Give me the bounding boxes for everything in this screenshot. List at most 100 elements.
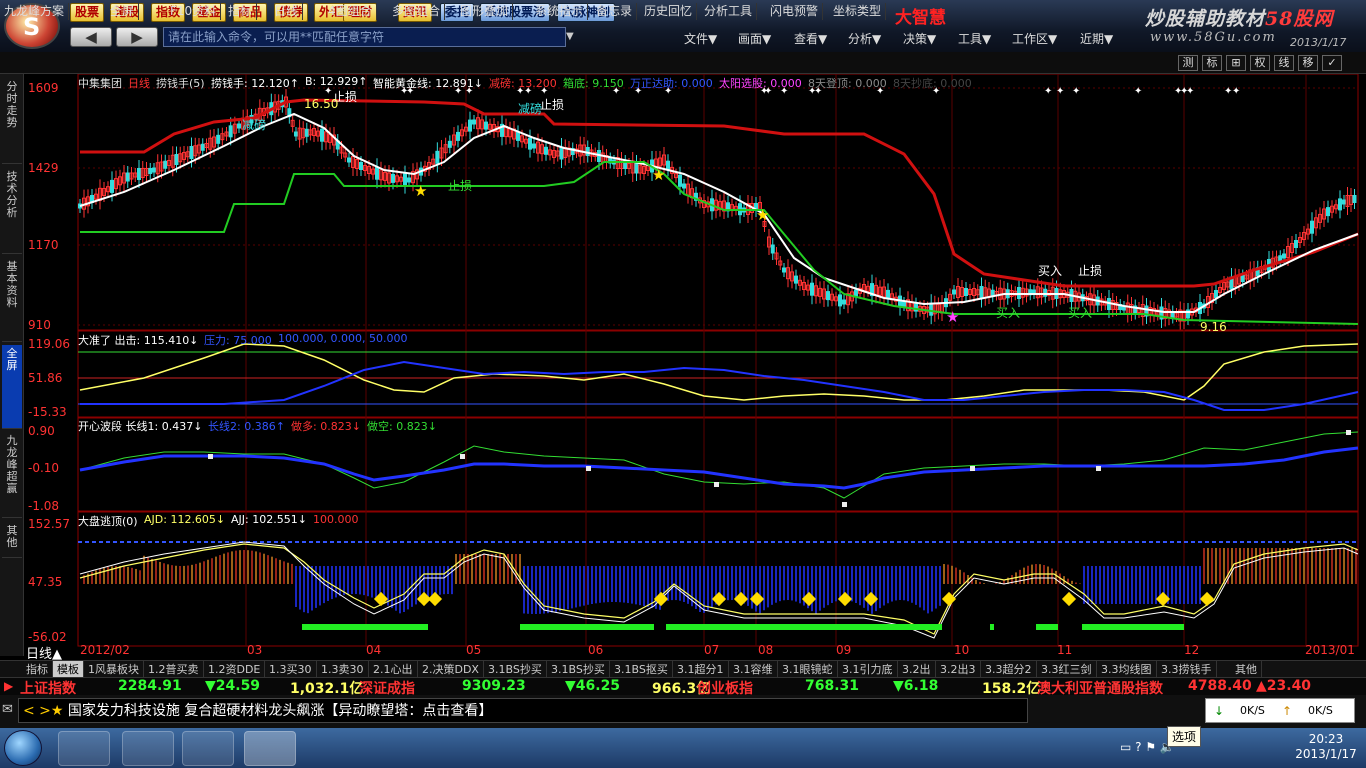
formula-tab-21[interactable]: 3.3捞钱手: [1157, 661, 1217, 677]
ticker-item-14[interactable]: ▲23.40: [1256, 678, 1311, 694]
ticker-item-11[interactable]: 158.2亿: [982, 678, 1040, 698]
main-header-9: 太阳选股: 0.000: [719, 77, 802, 90]
ticker-item-4[interactable]: 深证成指: [359, 678, 415, 698]
forward-button[interactable]: ▶: [116, 27, 158, 47]
system-clock[interactable]: 20:23 2013/1/17: [1290, 732, 1362, 762]
left-tab-5[interactable]: 其他: [2, 522, 22, 558]
main-menu-2[interactable]: 查看▼: [794, 30, 827, 47]
formula-tab-14[interactable]: 3.1眼镜蛇: [778, 661, 838, 677]
news-text[interactable]: 国家发力科技设施 复合超硬材料龙头飙涨【异动瞭望塔：点击查看】: [68, 703, 492, 719]
back-button[interactable]: ◀: [70, 27, 112, 47]
right-tool-3[interactable]: 权: [1250, 55, 1270, 71]
formula-tab-9[interactable]: 3.1BS抄买: [484, 661, 547, 677]
taskbar-ie-icon[interactable]: [182, 731, 234, 766]
toolbar-item-6[interactable]: 多图组合: [392, 3, 446, 20]
right-tool-6[interactable]: ✓: [1322, 55, 1342, 71]
right-tool-2[interactable]: ⊞: [1226, 55, 1246, 71]
mail-icon[interactable]: ✉: [2, 702, 13, 717]
formula-tab-13[interactable]: 3.1容维: [729, 661, 778, 677]
taskbar-media-icon[interactable]: [58, 731, 110, 766]
formula-tab-17[interactable]: 3.2出3: [936, 661, 981, 677]
left-tab-3[interactable]: 全屏: [2, 345, 22, 429]
period-label[interactable]: 日线▲: [26, 643, 62, 662]
main-menu-7[interactable]: 近期▼: [1080, 30, 1113, 47]
formula-tab-22[interactable]: 其他: [1231, 661, 1262, 677]
formula-tab-19[interactable]: 3.3红三剑: [1037, 661, 1097, 677]
ticker-item-3[interactable]: 1,032.1亿: [290, 678, 363, 698]
toolbar-item-0[interactable]: 九龙峰方案: [4, 3, 70, 20]
toolbar-item-11[interactable]: 分析工具: [704, 3, 758, 20]
formula-tab-7[interactable]: 2.1心出: [369, 661, 418, 677]
left-tab-2[interactable]: 基本资料: [2, 258, 22, 342]
taskbar-dzh-app-icon[interactable]: [244, 731, 296, 766]
kline-chart-area[interactable]: ★ ★ ★ ★ ✦ ✦ ✦ ✦ ✦ ✦ ✦ ✦ ✦ ✦ ✦ ✦ ✦ ✦ ✦ ✦ ✦ ✦ ✦ ✦ ✦ ✦ ✦ ✦ ✦ ✦ ✦: [24, 73, 1366, 660]
ticker-item-9[interactable]: 768.31: [805, 678, 859, 694]
main-menu-1[interactable]: 画面▼: [738, 30, 771, 47]
candle-body: [634, 162, 639, 174]
right-tool-4[interactable]: 线: [1274, 55, 1294, 71]
formula-tab-18[interactable]: 3.3超分2: [981, 661, 1037, 677]
formula-tab-12[interactable]: 3.1超分1: [673, 661, 729, 677]
ticker-item-12[interactable]: 澳大利亚普通股指数: [1037, 678, 1163, 698]
toolbar-item-3[interactable]: 指标: [228, 3, 258, 20]
main-menu-4[interactable]: 决策▼: [903, 30, 936, 47]
left-tab-1[interactable]: 技术分析: [2, 168, 22, 254]
toolbar-item-10[interactable]: 历史回忆: [644, 3, 698, 20]
formula-tab-20[interactable]: 3.3均线图: [1097, 661, 1157, 677]
formula-tab-1[interactable]: 模板: [53, 661, 84, 677]
right-tool-1[interactable]: 标: [1202, 55, 1222, 71]
watermark-title: 炒股辅助教材58股网: [1145, 8, 1334, 30]
start-button[interactable]: [4, 730, 42, 766]
ticker-item-13[interactable]: 4788.40: [1188, 678, 1252, 694]
toolbar-item-13[interactable]: 坐标类型: [833, 3, 887, 20]
toolbar-item-12[interactable]: 闪电预警: [770, 3, 824, 20]
formula-tab-16[interactable]: 3.2出: [898, 661, 936, 677]
news-ticker[interactable]: < >★ 国家发力科技设施 复合超硬材料龙头飙涨【异动瞭望塔：点击查看】: [18, 698, 1028, 723]
news-arrows-icon[interactable]: < >★: [23, 703, 68, 719]
right-tool-5[interactable]: 移: [1298, 55, 1318, 71]
formula-tab-10[interactable]: 3.1BS抄买: [547, 661, 610, 677]
ticker-item-5[interactable]: 9309.23: [462, 678, 526, 694]
toolbar-item-4[interactable]: 日线: [274, 3, 304, 20]
main-menu-0[interactable]: 文件▼: [684, 30, 717, 47]
toolbar-item-9[interactable]: 备忘录: [596, 3, 638, 20]
command-input[interactable]: 请在此输入命令，可以用**匹配任意字符: [163, 27, 566, 47]
left-tab-4[interactable]: 九龙峰超赢: [2, 432, 22, 518]
formula-tab-6[interactable]: 1.3卖30: [317, 661, 369, 677]
toolbar-item-2[interactable]: F10资料: [170, 3, 222, 20]
command-dropdown-icon[interactable]: ▼: [566, 27, 580, 47]
formula-tab-2[interactable]: 1风暴板块: [84, 661, 144, 677]
toolbar-item-1[interactable]: 全屏: [110, 3, 140, 20]
right-tool-0[interactable]: 测: [1178, 55, 1198, 71]
formula-tab-11[interactable]: 3.1BS抠买: [610, 661, 673, 677]
chart-svg[interactable]: ★★★★✦ ✦✦ ✦ ✦ ✦ ✦ ✦ ✦ ✦ ✦ ✦✦ ✦ ✦✦ ✦ ✦ ✦ ✦ ✦ ✦ ✦✦✦ ✦ ✦: [24, 73, 1366, 660]
tray-icons[interactable]: ▭ ? ⚑ 🔈: [1120, 740, 1175, 754]
p4-white-line: [79, 541, 1359, 639]
ticker-item-8[interactable]: 创业板指: [697, 678, 753, 698]
ticker-item-2[interactable]: ▼24.59: [205, 678, 260, 694]
candle-body: [585, 147, 590, 156]
toolbar-item-7[interactable]: 图形叠加: [460, 3, 514, 20]
left-tab-0[interactable]: 分时走势: [2, 78, 22, 164]
candle-body: [163, 160, 168, 169]
formula-tab-8[interactable]: 2.决策DDX: [418, 661, 484, 677]
ticker-item-10[interactable]: ▼6.18: [893, 678, 938, 694]
formula-tab-15[interactable]: 3.1引力底: [838, 661, 898, 677]
ticker-item-1[interactable]: 2284.91: [118, 678, 182, 694]
main-menu-6[interactable]: 工作区▼: [1012, 30, 1057, 47]
ticker-item-0[interactable]: 上证指数: [20, 678, 76, 698]
toolbar-item-5[interactable]: 4图组合: [328, 3, 377, 20]
formula-tab-3[interactable]: 1.2普买卖: [144, 661, 204, 677]
top-menu-0[interactable]: 股票: [70, 3, 105, 22]
toolbar-item-8[interactable]: 系统指示: [535, 3, 589, 20]
chart-annotation-6: 止损: [1078, 264, 1103, 278]
formula-tab-4[interactable]: 1.2资DDE: [204, 661, 266, 677]
formula-tab-5[interactable]: 1.3买30: [265, 661, 317, 677]
taskbar-explorer-icon[interactable]: [122, 731, 174, 766]
ticker-item-6[interactable]: ▼46.25: [565, 678, 620, 694]
formula-tab-0[interactable]: 指标: [22, 661, 53, 677]
main-menu-5[interactable]: 工具▼: [958, 30, 991, 47]
candle-body: [826, 291, 830, 301]
y-label-main-1: 1429: [28, 161, 59, 175]
main-menu-3[interactable]: 分析▼: [848, 30, 881, 47]
